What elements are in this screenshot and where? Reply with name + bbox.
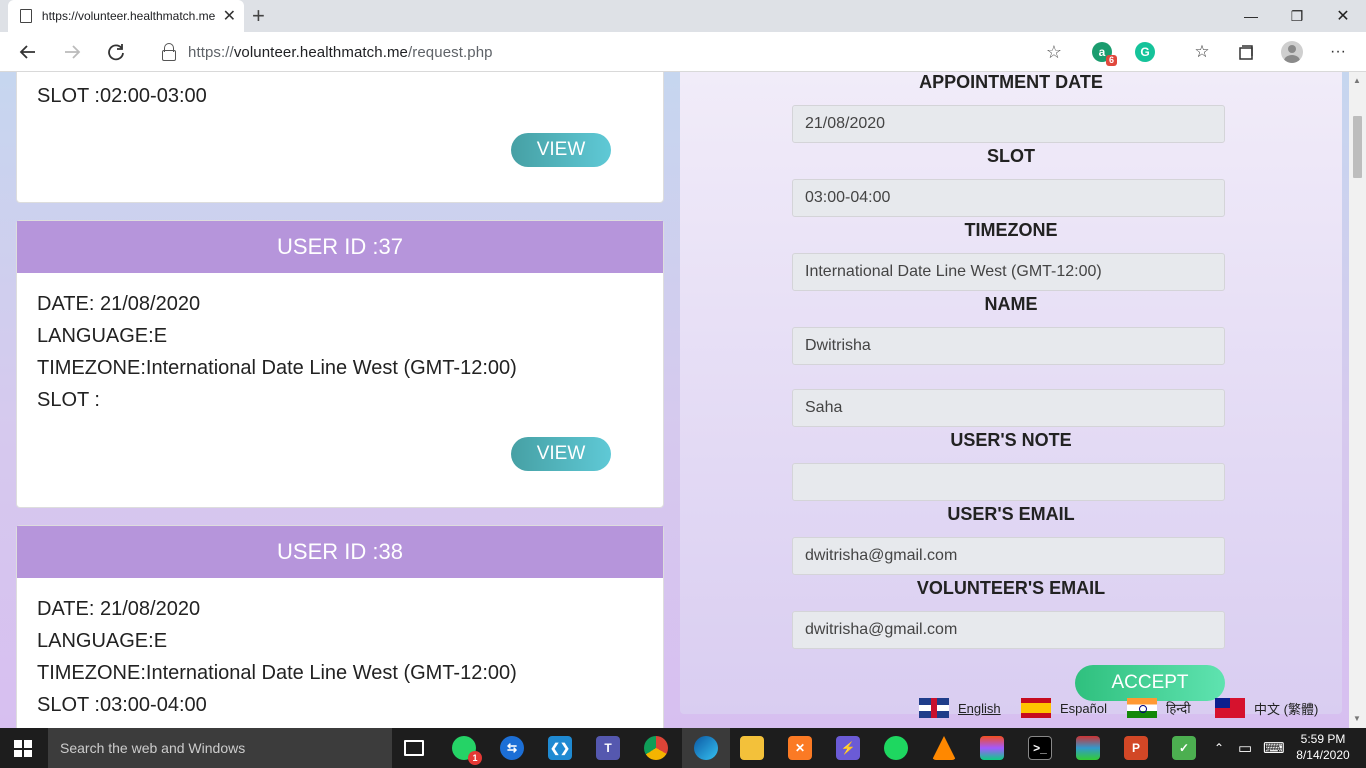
request-detail-form: APPOINTMENT DATE 21/08/2020 SLOT 03:00-0… (680, 72, 1342, 718)
new-tab-button[interactable]: + (252, 3, 265, 29)
collections-icon[interactable] (1234, 40, 1258, 64)
user-note-field[interactable] (792, 463, 1225, 501)
card-timezone: TIMEZONE:International Date Line West (G… (37, 357, 517, 379)
figma-icon[interactable] (980, 736, 1004, 760)
security-check-icon[interactable]: ✓ (1172, 736, 1196, 760)
request-card: USER ID :38 DATE: 21/08/2020 LANGUAGE:E … (16, 525, 664, 728)
minimize-icon[interactable]: — (1228, 0, 1274, 32)
timezone-field[interactable]: International Date Line West (GMT-12:00) (792, 253, 1225, 291)
grammarly-icon[interactable]: G (1135, 42, 1155, 62)
vlc-icon[interactable] (932, 736, 956, 760)
favorites-icon[interactable]: ☆ (1190, 40, 1214, 64)
address-bar[interactable]: https://volunteer.healthmatch.me/request… (144, 36, 1074, 68)
xampp-icon[interactable]: ✕ (788, 736, 812, 760)
tab-strip: https://volunteer.healthmatch.me ✕ + — ❐… (0, 0, 1366, 32)
taiwan-flag-icon (1215, 698, 1245, 718)
card-language: LANGUAGE:E (37, 630, 168, 652)
page-scrollbar[interactable]: ▲ ▼ (1349, 72, 1366, 728)
notification-icon[interactable]: ▭ (1238, 728, 1252, 768)
favorite-star-icon[interactable]: ☆ (1046, 42, 1062, 63)
view-button[interactable]: VIEW (511, 133, 611, 167)
card-timezone: TIMEZONE:International Date Line West (G… (37, 662, 517, 684)
whatsapp-icon[interactable]: 1 (452, 736, 482, 765)
show-hidden-icons[interactable]: ⌃ (1214, 728, 1224, 768)
card-slot: SLOT :02:00-03:00 (37, 85, 207, 107)
browser-tab[interactable]: https://volunteer.healthmatch.me ✕ (8, 0, 244, 32)
language-chinese[interactable]: 中文 (繁體) (1215, 698, 1318, 718)
vscode-icon[interactable]: ❮❯ (548, 736, 572, 760)
taskbar-clock[interactable]: 5:59 PM 8/14/2020 (1293, 731, 1353, 763)
last-name-field[interactable]: Saha (792, 389, 1225, 427)
accept-button[interactable]: ACCEPT (1075, 665, 1225, 701)
scroll-down-icon[interactable]: ▼ (1353, 714, 1361, 723)
chrome-icon[interactable] (644, 736, 668, 760)
winrar-icon[interactable] (1076, 736, 1100, 760)
view-button[interactable]: VIEW (511, 437, 611, 471)
scroll-thumb[interactable] (1353, 116, 1362, 178)
lock-icon[interactable] (160, 41, 178, 63)
india-flag-icon (1127, 698, 1157, 718)
url-text: https://volunteer.healthmatch.me/request… (188, 43, 493, 61)
extension-a-icon[interactable]: a 6 (1092, 42, 1117, 66)
page-viewport: SLOT :02:00-03:00 VIEW USER ID :37 DATE:… (0, 72, 1349, 728)
card-slot: SLOT :03:00-04:00 (37, 694, 207, 716)
clock-date: 8/14/2020 (1296, 748, 1350, 762)
language-spanish[interactable]: Español (1021, 698, 1107, 718)
tab-title: https://volunteer.healthmatch.me (41, 9, 215, 23)
card-date: DATE: 21/08/2020 (37, 293, 201, 315)
more-options-icon[interactable]: ··· (1326, 40, 1350, 64)
name-label: NAME (984, 294, 1038, 314)
close-tab-icon[interactable]: ✕ (223, 6, 236, 26)
restore-icon[interactable]: ❐ (1274, 0, 1320, 32)
slot-field[interactable]: 03:00-04:00 (792, 179, 1225, 217)
teamviewer-icon[interactable]: ⇆ (500, 736, 524, 760)
volunteer-email-field[interactable]: dwitrisha@gmail.com (792, 611, 1225, 649)
forward-icon[interactable] (60, 40, 84, 64)
spain-flag-icon (1021, 698, 1051, 718)
taskbar-search-input[interactable]: Search the web and Windows (48, 728, 392, 768)
keyboard-icon[interactable]: ⌨ (1263, 728, 1285, 768)
uk-flag-icon (919, 698, 949, 718)
app-lightning-icon[interactable]: ⚡ (836, 736, 860, 760)
appointment-date-field[interactable]: 21/08/2020 (792, 105, 1225, 143)
user-email-field[interactable]: dwitrisha@gmail.com (792, 537, 1225, 575)
volunteer-email-label: VOLUNTEER'S EMAIL (916, 578, 1106, 598)
extension-badge: 6 (1105, 55, 1117, 66)
whatsapp-badge: 1 (468, 751, 482, 765)
user-note-label: USER'S NOTE (950, 430, 1072, 450)
request-card: SLOT :02:00-03:00 VIEW (16, 72, 664, 203)
card-slot: SLOT : (37, 389, 100, 411)
language-hindi[interactable]: हिन्दी (1127, 698, 1191, 718)
close-window-icon[interactable]: ✕ (1320, 0, 1366, 32)
terminal-icon[interactable]: >_ (1028, 736, 1052, 760)
request-card: USER ID :37 DATE: 21/08/2020 LANGUAGE:E … (16, 220, 664, 508)
start-windows-icon[interactable] (14, 740, 32, 757)
powerpoint-icon[interactable]: P (1124, 736, 1148, 760)
profile-avatar[interactable] (1281, 41, 1303, 63)
edge-icon[interactable] (694, 736, 718, 760)
scroll-up-icon[interactable]: ▲ (1353, 76, 1361, 85)
windows-taskbar: Search the web and Windows 1 ⇆ ❮❯ T ✕ ⚡ … (0, 728, 1366, 768)
timezone-label: TIMEZONE (964, 220, 1058, 240)
refresh-icon[interactable] (104, 40, 128, 64)
teams-icon[interactable]: T (596, 736, 620, 760)
spotify-icon[interactable] (884, 736, 908, 760)
browser-toolbar: https://volunteer.healthmatch.me/request… (0, 32, 1366, 72)
clock-time: 5:59 PM (1300, 732, 1346, 746)
page-icon (20, 9, 32, 23)
card-language: LANGUAGE:E (37, 325, 168, 347)
task-view-icon[interactable] (404, 740, 424, 756)
slot-label: SLOT (987, 146, 1035, 166)
appointment-date-label: APPOINTMENT DATE (919, 72, 1103, 92)
card-header-user-id: USER ID :38 (17, 526, 663, 578)
language-english[interactable]: English (919, 698, 1001, 718)
back-icon[interactable] (16, 40, 40, 64)
card-date: DATE: 21/08/2020 (37, 598, 201, 620)
first-name-field[interactable]: Dwitrisha (792, 327, 1225, 365)
user-email-label: USER'S EMAIL (947, 504, 1075, 524)
card-header-user-id: USER ID :37 (17, 221, 663, 273)
file-explorer-icon[interactable] (740, 736, 764, 760)
